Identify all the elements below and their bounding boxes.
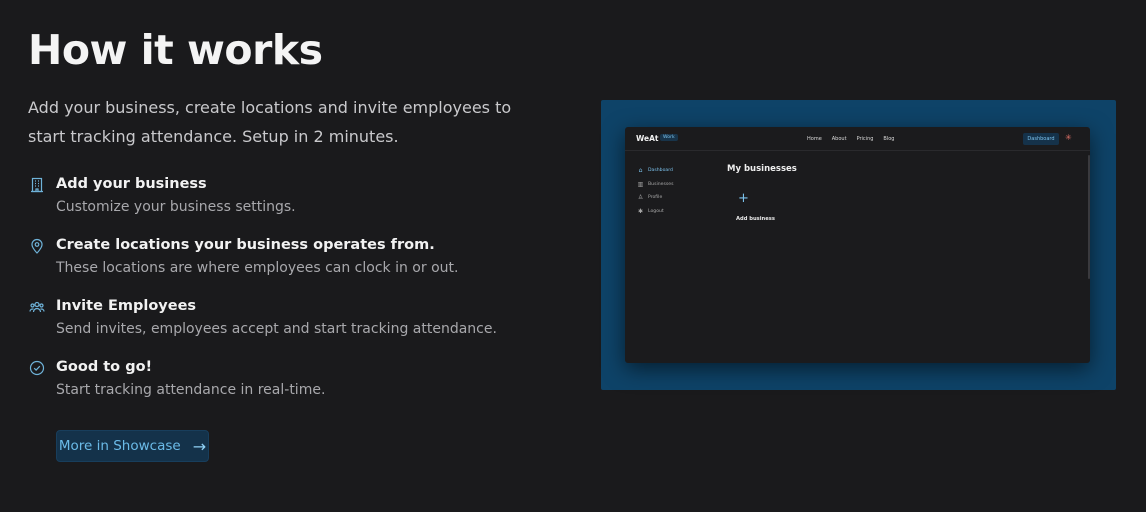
home-icon: ⌂ bbox=[638, 167, 643, 175]
preview-add-business-label: Add business bbox=[736, 216, 775, 222]
building-icon: ▥ bbox=[637, 180, 644, 188]
preview-scrollbar bbox=[1088, 155, 1090, 279]
more-in-showcase-button[interactable]: More in Showcase → bbox=[56, 430, 209, 462]
logout-icon: ✱ bbox=[637, 207, 644, 215]
preview-navbar: WeAt Work Home About Pricing Blog Dashbo… bbox=[625, 127, 1090, 151]
preview-nav-about: About bbox=[831, 136, 847, 142]
step-title: Good to go! bbox=[56, 359, 153, 375]
check-circle-icon bbox=[28, 359, 45, 376]
step-description: Start tracking attendance in real-time. bbox=[56, 382, 326, 398]
step-invite-employees: Invite Employees Send invites, employees… bbox=[28, 295, 568, 356]
button-label: More in Showcase bbox=[58, 438, 181, 454]
plus-icon: + bbox=[738, 191, 749, 206]
step-good-to-go: Good to go! Start tracking attendance in… bbox=[28, 356, 568, 417]
preview-logo: WeAt bbox=[636, 134, 659, 143]
preview-sidebar-item-dashboard: ⌂ Dashboard bbox=[637, 164, 673, 178]
lead-paragraph: Add your business, create locations and … bbox=[28, 98, 512, 146]
building-icon bbox=[28, 176, 45, 193]
preview-sidebar-item-profile: ♙ Profile bbox=[637, 191, 673, 205]
sidebar-item-label: Businesses bbox=[648, 181, 674, 187]
step-description: Send invites, employees accept and start… bbox=[56, 321, 497, 337]
step-add-business: Add your business Customize your busines… bbox=[28, 173, 568, 234]
arrow-right-icon: → bbox=[192, 436, 207, 456]
users-icon bbox=[28, 298, 45, 315]
preview-nav-blog: Blog bbox=[883, 136, 895, 142]
sidebar-item-label: Dashboard bbox=[648, 168, 673, 174]
steps-list: Add your business Customize your busines… bbox=[28, 173, 568, 417]
step-title: Create locations your business operates … bbox=[56, 237, 435, 253]
step-title: Add your business bbox=[56, 176, 207, 192]
step-description: These locations are where employees can … bbox=[56, 260, 459, 276]
sun-icon: ✳ bbox=[1065, 133, 1072, 142]
preview-window: WeAt Work Home About Pricing Blog Dashbo… bbox=[625, 127, 1090, 363]
user-icon: ♙ bbox=[637, 194, 644, 202]
preview-tag: Work bbox=[660, 134, 678, 141]
preview-sidebar-item-logout: ✱ Logout bbox=[637, 205, 673, 219]
sidebar-item-label: Profile bbox=[648, 195, 663, 201]
step-description: Customize your business settings. bbox=[56, 199, 296, 215]
preview-sidebar: ⌂ Dashboard ▥ Businesses ♙ Profile ✱ Log… bbox=[637, 164, 674, 219]
step-create-locations: Create locations your business operates … bbox=[28, 234, 568, 295]
location-pin-icon bbox=[28, 237, 45, 254]
preview-sidebar-item-businesses: ▥ Businesses bbox=[637, 178, 674, 192]
sidebar-item-label: Logout bbox=[648, 208, 664, 214]
preview-heading: My businesses bbox=[727, 164, 797, 174]
page-title: How it works bbox=[28, 26, 323, 74]
step-title: Invite Employees bbox=[56, 298, 197, 314]
app-preview-screenshot: WeAt Work Home About Pricing Blog Dashbo… bbox=[601, 100, 1116, 390]
preview-dashboard-button: Dashboard bbox=[1023, 133, 1059, 145]
preview-nav-home: Home bbox=[807, 136, 822, 142]
preview-nav-links: Home About Pricing Blog bbox=[807, 136, 894, 142]
preview-nav-pricing: Pricing bbox=[856, 136, 874, 142]
